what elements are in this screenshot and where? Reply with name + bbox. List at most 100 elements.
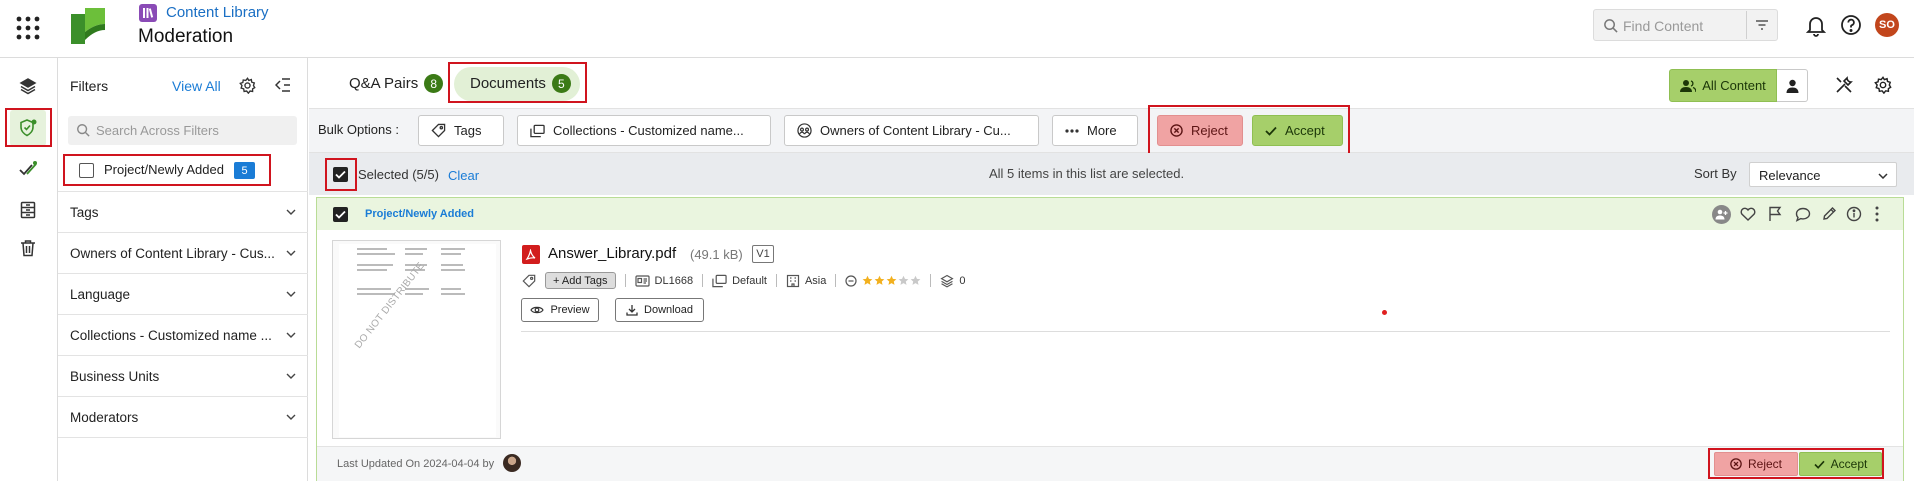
help-icon[interactable] — [1840, 14, 1862, 36]
chevron-down-icon — [1878, 173, 1888, 179]
edit-pencil-icon[interactable] — [1822, 206, 1837, 221]
comment-icon[interactable] — [1795, 207, 1811, 222]
all-content-toggle[interactable]: All Content — [1669, 69, 1777, 102]
document-region: Asia — [786, 274, 826, 288]
user-icon — [1786, 79, 1798, 93]
select-all-checkbox[interactable] — [333, 167, 348, 182]
flag-icon[interactable] — [1768, 206, 1782, 222]
favorite-heart-icon[interactable] — [1740, 207, 1756, 221]
tab-qa-pairs[interactable]: Q&A Pairs 8 — [349, 74, 444, 93]
filter-section-moderators[interactable]: Moderators — [58, 397, 308, 438]
owners-group-icon — [797, 123, 812, 138]
sort-by-select[interactable]: Relevance — [1749, 162, 1897, 187]
archive-box-icon[interactable] — [14, 196, 42, 224]
my-content-toggle[interactable] — [1777, 69, 1808, 102]
document-thumbnail[interactable]: DO NOT DISTRIBUTE — [332, 240, 501, 439]
reject-x-circle-icon — [1730, 458, 1742, 470]
approvals-check-icon[interactable] — [14, 155, 42, 183]
document-id-text: DL1668 — [654, 274, 694, 287]
settings-gear-icon[interactable] — [1874, 76, 1892, 94]
more-vertical-icon[interactable] — [1875, 206, 1879, 222]
tab-documents[interactable]: Documents 5 — [470, 74, 571, 93]
bulk-accept-button[interactable]: Accept — [1252, 115, 1343, 146]
sort-by-label: Sort By — [1694, 166, 1737, 181]
tab-count-badge: 8 — [424, 74, 444, 93]
item-accept-label: Accept — [1830, 457, 1868, 471]
bulk-more-button[interactable]: More — [1052, 115, 1138, 146]
filter-section-owners[interactable]: Owners of Content Library - Cus... — [58, 233, 308, 274]
bulk-collections-label: Collections - Customized name... — [553, 123, 744, 138]
tag-icon — [522, 274, 536, 288]
filter-lines-icon[interactable] — [1755, 19, 1769, 31]
bulk-collections-button[interactable]: Collections - Customized name... — [517, 115, 771, 146]
project-newly-added-checkbox[interactable] — [79, 163, 94, 178]
bulk-options-label: Bulk Options : — [318, 122, 399, 137]
moderation-shield-icon[interactable] — [10, 110, 46, 146]
chevron-down-icon — [286, 373, 296, 379]
tools-icon[interactable] — [1835, 76, 1853, 94]
bulk-owners-label: Owners of Content Library - Cu... — [820, 123, 1011, 138]
layers-icon[interactable] — [14, 72, 42, 100]
bulk-accept-label: Accept — [1285, 123, 1325, 138]
chevron-down-icon — [286, 250, 296, 256]
download-label: Download — [644, 304, 693, 316]
filter-section-tags[interactable]: Tags — [58, 192, 308, 233]
document-region-text: Asia — [804, 274, 827, 287]
bulk-tags-label: Tags — [454, 123, 482, 138]
group-title[interactable]: Project/Newly Added — [365, 208, 474, 220]
star-filled-icon[interactable] — [874, 275, 885, 286]
star-filled-icon[interactable] — [886, 275, 897, 286]
bulk-tags-button[interactable]: Tags — [418, 115, 504, 146]
chevron-down-icon — [286, 209, 296, 215]
collapse-panel-icon[interactable] — [275, 78, 291, 92]
app-name[interactable]: Content Library — [166, 4, 269, 21]
bulk-reject-button[interactable]: Reject — [1157, 115, 1243, 146]
item-reject-button[interactable]: Reject — [1714, 452, 1798, 476]
notifications-bell-icon[interactable] — [1806, 15, 1826, 37]
updater-avatar[interactable] — [503, 454, 521, 472]
star-filled-icon[interactable] — [862, 275, 873, 286]
document-layers-count: 0 — [959, 274, 966, 287]
star-empty-icon[interactable] — [898, 275, 909, 286]
reject-x-circle-icon — [1170, 124, 1183, 137]
selected-count: Selected (5/5) — [358, 167, 439, 182]
filter-section-language[interactable]: Language — [58, 274, 308, 315]
apps-grid-icon[interactable] — [16, 16, 40, 40]
find-content-search[interactable]: Find Content — [1593, 9, 1778, 41]
filter-settings-gear-icon[interactable] — [239, 77, 256, 94]
chevron-down-icon — [286, 414, 296, 420]
assign-user-icon[interactable] — [1712, 205, 1731, 224]
add-tags-button[interactable]: + Add Tags — [545, 272, 616, 289]
bulk-owners-button[interactable]: Owners of Content Library - Cu... — [784, 115, 1039, 146]
item-accept-button[interactable]: Accept — [1799, 452, 1882, 476]
search-placeholder: Find Content — [1623, 18, 1704, 34]
filter-search-input[interactable]: Search Across Filters — [68, 116, 297, 145]
all-content-label: All Content — [1702, 78, 1766, 93]
rating-stars[interactable] — [862, 275, 921, 286]
user-avatar[interactable]: SO — [1875, 13, 1899, 37]
bulk-more-label: More — [1087, 123, 1117, 138]
filter-search-placeholder: Search Across Filters — [96, 123, 219, 138]
filter-section-business-units[interactable]: Business Units — [58, 356, 308, 397]
id-card-icon — [634, 274, 650, 287]
filter-section-label: Business Units — [70, 368, 160, 384]
last-updated-text: Last Updated On 2024-04-04 by — [337, 458, 495, 470]
star-empty-icon[interactable] — [910, 275, 921, 286]
document-name[interactable]: Answer_Library.pdf — [548, 245, 676, 262]
document-divider — [521, 331, 1890, 332]
clear-selection-link[interactable]: Clear — [448, 168, 479, 183]
preview-button[interactable]: Preview — [521, 298, 599, 322]
group-checkbox[interactable] — [333, 207, 348, 222]
filter-section-label: Moderators — [70, 409, 139, 425]
view-all-link[interactable]: View All — [172, 78, 221, 94]
download-button[interactable]: Download — [615, 298, 704, 322]
info-icon[interactable] — [1846, 206, 1862, 222]
group-card — [316, 197, 1904, 481]
meta-separator — [775, 274, 777, 287]
trash-icon[interactable] — [14, 234, 42, 262]
filter-section-collections[interactable]: Collections - Customized name ... — [58, 315, 308, 356]
filter-section-label: Collections - Customized name ... — [70, 327, 272, 343]
collections-icon — [530, 124, 545, 137]
document-collection: Default — [712, 274, 767, 288]
document-rating — [845, 274, 921, 287]
